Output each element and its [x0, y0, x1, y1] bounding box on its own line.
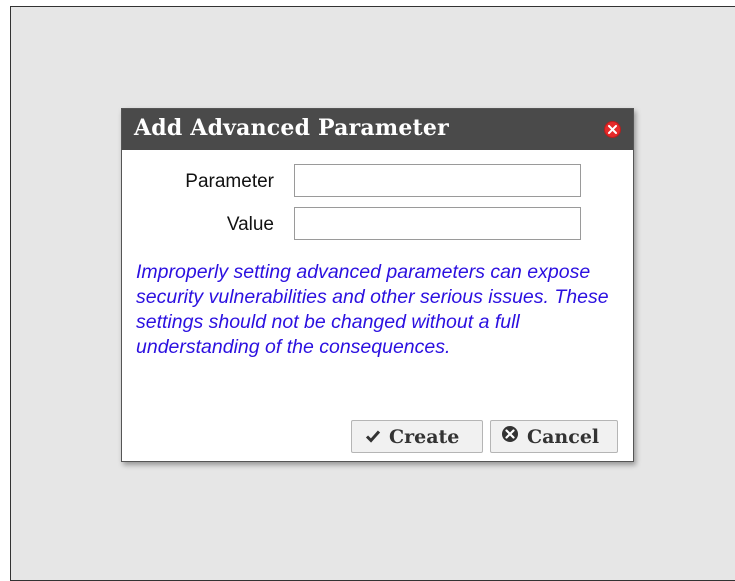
value-input[interactable] [294, 207, 581, 240]
value-row: Value [122, 207, 635, 241]
cancel-circle-icon [501, 425, 519, 448]
warning-text: Improperly setting advanced parameters c… [136, 261, 609, 358]
parameter-row: Parameter [122, 164, 635, 198]
dialog-title: Add Advanced Parameter [134, 115, 449, 141]
check-icon [365, 426, 381, 448]
dialog-titlebar: Add Advanced Parameter [122, 109, 633, 150]
cancel-button[interactable]: Cancel [490, 420, 618, 453]
create-button[interactable]: Create [351, 420, 483, 453]
create-button-label: Create [389, 425, 460, 448]
close-icon[interactable] [604, 121, 621, 138]
cancel-button-label: Cancel [527, 425, 600, 448]
parameter-input[interactable] [294, 164, 581, 197]
add-advanced-parameter-dialog: Add Advanced Parameter Parameter Value I… [121, 108, 634, 462]
parameter-label: Parameter [185, 171, 274, 192]
value-label: Value [226, 214, 274, 235]
